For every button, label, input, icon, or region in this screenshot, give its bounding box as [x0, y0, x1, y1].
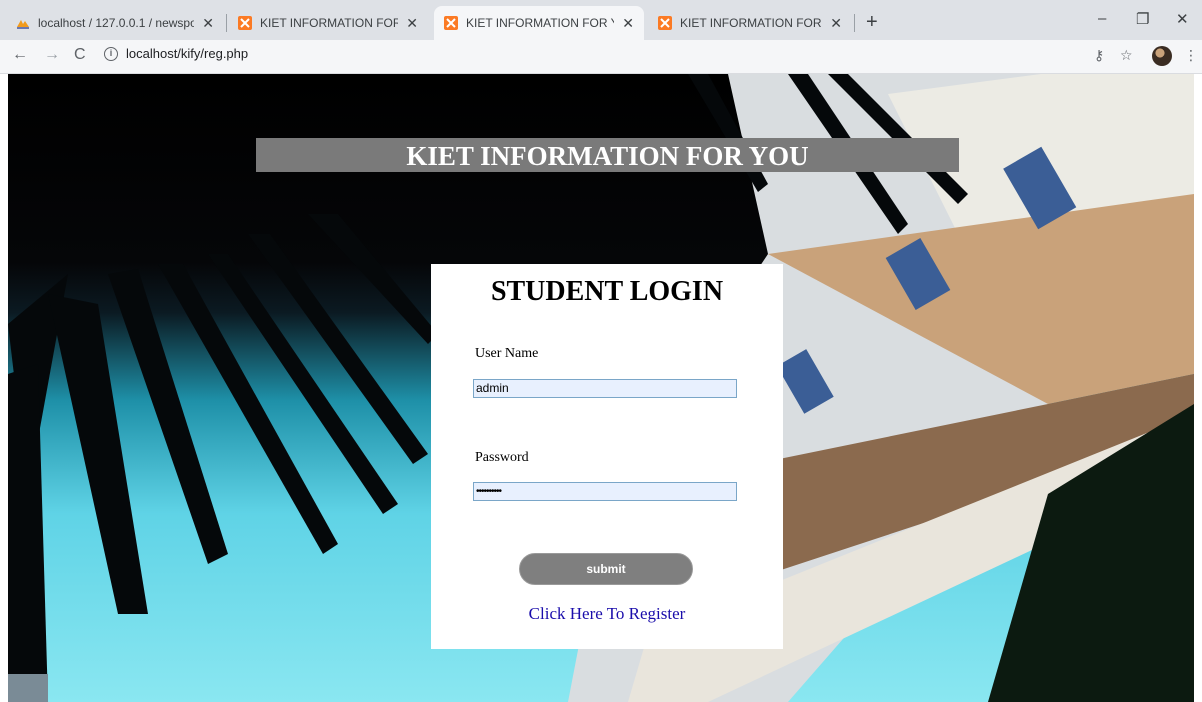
close-icon[interactable]: ✕: [830, 15, 842, 32]
window-close-icon[interactable]: ✕: [1176, 10, 1189, 28]
browser-toolbar: ← → C i localhost/kify/reg.php ⚷ ☆ ⋮: [0, 40, 1202, 74]
student-login-panel: STUDENT LOGIN User Name admin Password •…: [431, 264, 783, 649]
page-viewport: KIET INFORMATION FOR YOU STUDENT LOGIN U…: [8, 74, 1194, 702]
tab-kiet-3[interactable]: KIET INFORMATION FOR YOU ✕: [648, 6, 852, 40]
login-heading: STUDENT LOGIN: [490, 276, 724, 307]
menu-kebab-icon[interactable]: ⋮: [1184, 47, 1198, 64]
phpmyadmin-icon: [17, 20, 29, 29]
xampp-icon: [658, 16, 672, 30]
password-label: Password: [475, 450, 529, 465]
register-link[interactable]: Click Here To Register: [431, 604, 783, 624]
address-bar[interactable]: i localhost/kify/reg.php: [104, 46, 248, 61]
tab-phpmyadmin[interactable]: localhost / 127.0.0.1 / newsporta ✕: [6, 6, 224, 40]
xampp-icon: [238, 16, 252, 30]
tab-kiet-1[interactable]: KIET INFORMATION FOR YOU ✕: [228, 6, 428, 40]
tab-kiet-2-active[interactable]: KIET INFORMATION FOR YOU ✕: [434, 6, 644, 40]
profile-avatar[interactable]: [1152, 46, 1172, 66]
submit-button[interactable]: submit: [519, 553, 693, 585]
browser-tabstrip: localhost / 127.0.0.1 / newsporta ✕ KIET…: [0, 0, 1202, 40]
site-info-icon[interactable]: i: [104, 46, 118, 61]
username-input[interactable]: admin: [473, 379, 737, 398]
close-icon[interactable]: ✕: [622, 15, 634, 32]
star-bookmark-icon[interactable]: ☆: [1120, 47, 1133, 64]
site-banner-title: KIET INFORMATION FOR YOU: [256, 138, 959, 172]
tab-separator: [226, 14, 227, 32]
close-icon[interactable]: ✕: [406, 15, 418, 32]
key-icon[interactable]: ⚷: [1094, 47, 1104, 64]
new-tab-plus-icon[interactable]: +: [866, 12, 878, 32]
xampp-icon: [444, 16, 458, 30]
password-input[interactable]: ••••••••••: [473, 482, 737, 501]
reload-icon[interactable]: C: [74, 46, 86, 64]
restore-icon[interactable]: ❐: [1136, 10, 1149, 28]
minimize-icon[interactable]: –: [1098, 10, 1106, 27]
url-text[interactable]: localhost/kify/reg.php: [126, 46, 248, 61]
tab-separator: [854, 14, 855, 32]
back-arrow-icon[interactable]: ←: [12, 46, 28, 64]
username-label: User Name: [475, 346, 539, 361]
forward-arrow-icon[interactable]: →: [44, 46, 60, 64]
close-icon[interactable]: ✕: [202, 15, 214, 32]
